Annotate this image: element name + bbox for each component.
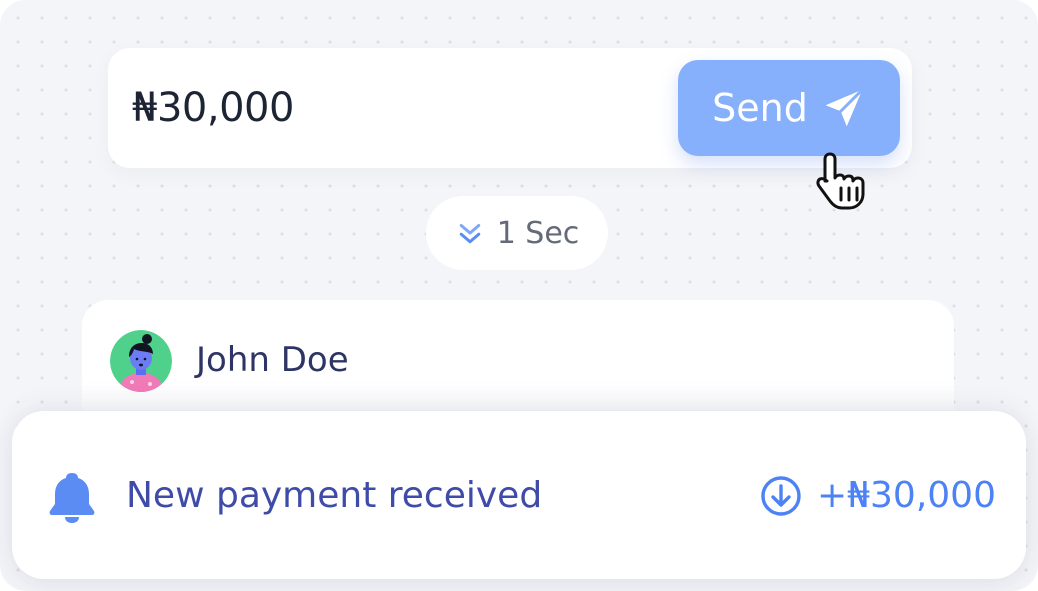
notification-message: New payment received (126, 475, 543, 516)
bell-icon (48, 471, 96, 523)
notification-amount: +₦30,000 (816, 475, 996, 516)
double-chevron-down-icon (455, 218, 485, 248)
recipient-name: John Doe (196, 340, 349, 380)
hand-pointer-icon (808, 148, 874, 214)
timer-badge: 1 Sec (426, 196, 608, 270)
payment-notification[interactable]: New payment received +₦30,000 (12, 411, 1026, 579)
paper-plane-icon (822, 86, 866, 130)
arrow-down-circle-icon (760, 475, 802, 517)
avatar (110, 330, 172, 392)
amount-value: ₦30,000 (132, 85, 294, 131)
amount-input[interactable]: ₦30,000 Send (108, 48, 912, 168)
send-button[interactable]: Send (678, 60, 900, 156)
payment-illustration: ₦30,000 Send 1 Sec John Doe New payment … (0, 0, 1038, 591)
send-button-label: Send (712, 86, 808, 130)
timer-label: 1 Sec (496, 215, 580, 251)
